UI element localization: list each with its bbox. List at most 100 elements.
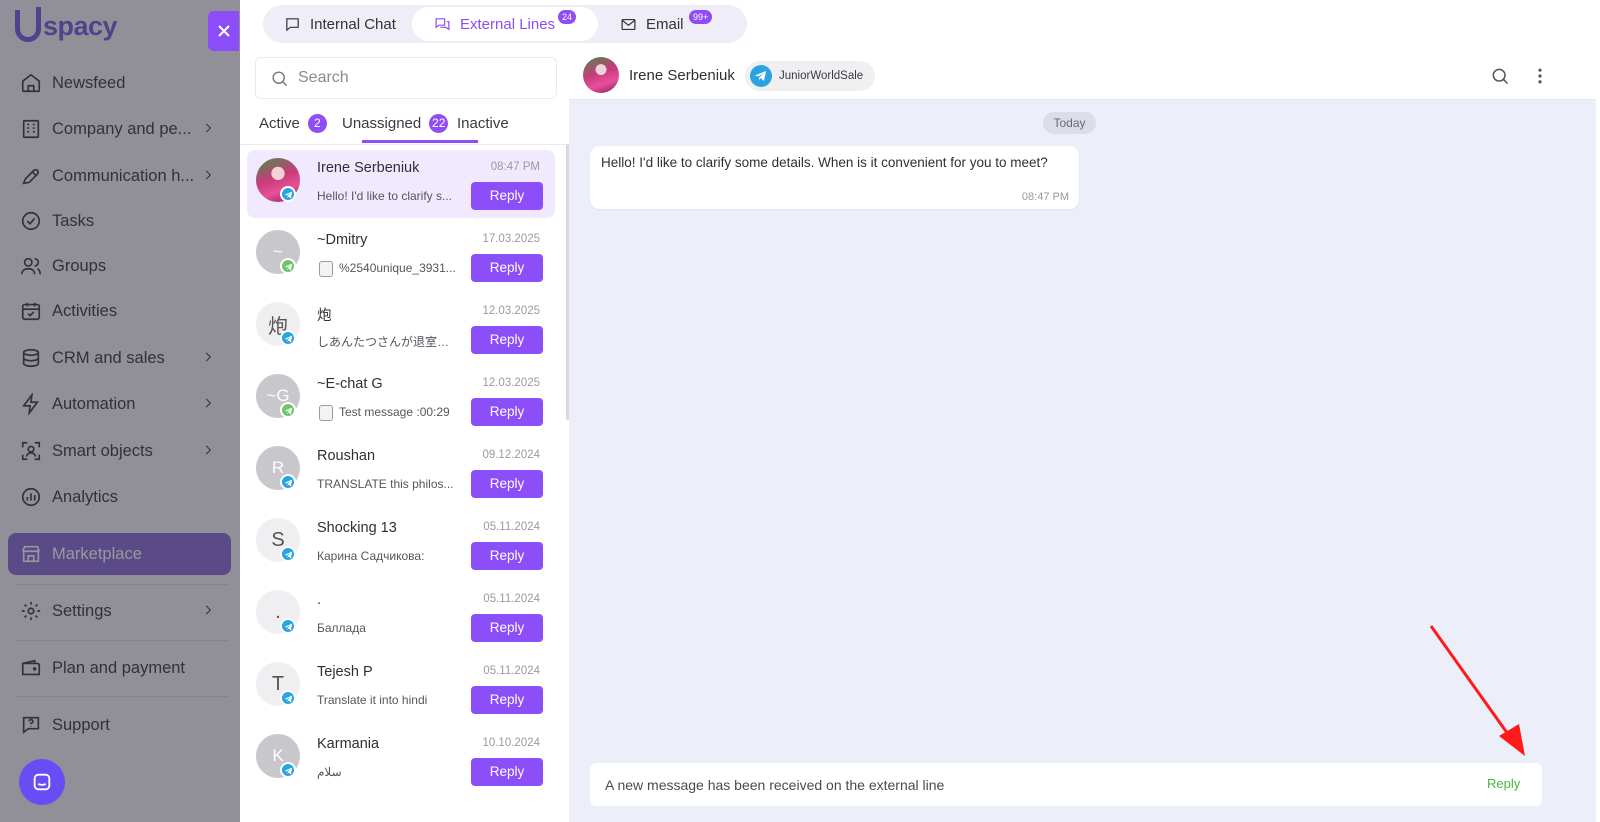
reply-button[interactable]: Reply: [471, 614, 543, 642]
conversation-item[interactable]: T Tejesh P 05.11.2024 Translate it into hin…: [247, 654, 555, 722]
reply-button[interactable]: Reply: [471, 542, 543, 570]
tab-label: Email: [646, 15, 684, 33]
conversation-item[interactable]: K Karmania 10.10.2024 سلام Reply: [247, 726, 555, 794]
telegram-icon: [750, 65, 772, 87]
message-text: Hello! I'd like to clarify some details.…: [601, 155, 1048, 170]
mail-icon: [621, 18, 636, 30]
reply-button[interactable]: Reply: [471, 182, 543, 210]
whatsapp-icon: [280, 258, 296, 274]
conversation-item[interactable]: 炮炮 12.03.2025 しあんたつさんが退室し... Reply: [247, 294, 555, 362]
conversation-item[interactable]: R Roushan 09.12.2024 TRANSLATE this philos.…: [247, 438, 555, 506]
subtab-inactive[interactable]: Inactive: [457, 110, 509, 136]
conversation-time: 09.12.2024: [482, 449, 540, 461]
telegram-icon: [280, 762, 296, 778]
document-icon: [319, 405, 333, 421]
conversation-item[interactable]: ~ ~Dmitry 17.03.2025 %2540unique_3931... Rep…: [247, 222, 555, 290]
conversation-name: 炮: [317, 308, 332, 324]
reply-button[interactable]: Reply: [471, 686, 543, 714]
telegram-icon: [280, 186, 296, 202]
help-chat-button[interactable]: [19, 759, 65, 805]
conversation-list-panel: Search Active 2 Unassigned 22 Inactive I…: [240, 52, 578, 822]
subtab-label: Unassigned: [342, 114, 422, 132]
conversation-name: Karmania: [317, 736, 380, 752]
chat-widget-icon: [33, 773, 51, 791]
messenger-panel: Internal Chat External Lines 24 Email 99…: [240, 0, 1596, 822]
contact-avatar[interactable]: [583, 57, 619, 93]
conversation-search-button[interactable]: [1490, 66, 1510, 86]
conversation-name: Roushan: [317, 448, 376, 464]
close-icon: [217, 25, 230, 37]
whatsapp-icon: [280, 402, 296, 418]
tab-email[interactable]: Email 99+: [601, 7, 741, 41]
sidebar: spacy Newsfeed Company and pe... Communi…: [0, 0, 240, 822]
conversation-preview: Translate it into hindi: [317, 693, 428, 707]
conversation-time: 08:47 PM: [490, 161, 540, 173]
search-icon: [272, 70, 288, 86]
subtab-badge: 2: [307, 113, 327, 133]
tab-label: Internal Chat: [310, 15, 396, 33]
contact-name[interactable]: Irene Serbeniuk: [629, 67, 735, 84]
external-line-chip[interactable]: JuniorWorldSale: [745, 61, 875, 91]
document-icon: [319, 261, 333, 277]
subtab-indicator: [362, 140, 478, 143]
sidebar-dim-overlay: [0, 0, 240, 822]
channel-tabs-bar: Internal Chat External Lines 24 Email 99…: [240, 0, 1596, 52]
conversation-preview: %2540unique_3931...: [339, 261, 456, 275]
close-panel-button[interactable]: [208, 11, 239, 51]
conversation-time: 12.03.2025: [482, 377, 540, 389]
telegram-icon: [280, 330, 296, 346]
conversation-item[interactable]: .. 05.11.2024 Баллада Reply: [247, 582, 555, 650]
subtab-label: Active: [259, 114, 300, 132]
external-chat-icon: [435, 17, 450, 31]
conversation-item[interactable]: Irene Serbeniuk 08:47 PM Hello! I'd like t…: [247, 150, 555, 218]
tab-internal-chat[interactable]: Internal Chat: [266, 7, 414, 41]
conversation-time: 05.11.2024: [483, 593, 540, 605]
reply-button[interactable]: Reply: [471, 254, 543, 282]
conversation-item[interactable]: ~G ~E-chat G 12.03.2025 Test message :00:29…: [247, 366, 555, 434]
subtab-active[interactable]: Active 2: [259, 110, 327, 136]
conversation-time: 17.03.2025: [482, 233, 540, 245]
conversation-name: ~Dmitry: [317, 232, 368, 248]
subtab-badge: 22: [429, 113, 449, 133]
conversation-preview: Баллада: [317, 621, 366, 635]
conversation-list: Irene Serbeniuk 08:47 PM Hello! I'd like t…: [240, 145, 578, 822]
new-message-notice: A new message has been received on the e…: [590, 763, 1542, 806]
conversation-time: 05.11.2024: [483, 521, 540, 533]
line-name: JuniorWorldSale: [779, 70, 864, 82]
search-input[interactable]: Search: [255, 57, 557, 99]
subtab-label: Inactive: [457, 114, 509, 132]
tab-external-lines[interactable]: External Lines 24: [412, 7, 598, 41]
tab-label: External Lines: [460, 15, 556, 33]
telegram-icon: [280, 618, 296, 634]
more-vertical-icon: [1538, 68, 1542, 84]
conversation-view: Irene Serbeniuk JuniorWorldSale Today He…: [569, 52, 1596, 822]
conversation-item[interactable]: S Shocking 13 05.11.2024 Карина Садчикова: R…: [247, 510, 555, 578]
telegram-icon: [280, 546, 296, 562]
conversation-preview: TRANSLATE this philos...: [317, 477, 454, 491]
message-bubble: Hello! I'd like to clarify some details.…: [590, 146, 1079, 209]
reply-button[interactable]: Reply: [471, 326, 543, 354]
conversation-time: 05.11.2024: [483, 665, 540, 677]
tab-badge: 24: [558, 10, 577, 24]
telegram-icon: [280, 474, 296, 490]
conversation-preview: しあんたつさんが退室し...: [317, 335, 457, 349]
reply-button[interactable]: Reply: [471, 398, 543, 426]
conversation-header: Irene Serbeniuk JuniorWorldSale: [569, 52, 1596, 100]
reply-button[interactable]: Reply: [471, 758, 543, 786]
notice-reply-link[interactable]: Reply: [1487, 776, 1520, 791]
conversation-preview: Карина Садчикова:: [317, 549, 425, 563]
subtab-unassigned[interactable]: Unassigned 22: [342, 110, 449, 136]
conversation-time: 10.10.2024: [482, 737, 540, 749]
reply-button[interactable]: Reply: [471, 470, 543, 498]
telegram-icon: [280, 690, 296, 706]
conversation-preview: Test message :00:29: [339, 405, 450, 419]
more-options-button[interactable]: [1530, 66, 1550, 86]
window-edge: [1596, 0, 1600, 822]
date-divider: Today: [1043, 112, 1096, 134]
channel-tabs: Internal Chat External Lines 24 Email 99…: [263, 5, 747, 43]
search-placeholder: Search: [298, 69, 349, 86]
notice-text: A new message has been received on the e…: [605, 777, 945, 793]
conversation-name: .: [317, 592, 322, 608]
conversation-name: Irene Serbeniuk: [317, 160, 420, 176]
conversation-preview: Hello! I'd like to clarify s...: [317, 189, 452, 203]
